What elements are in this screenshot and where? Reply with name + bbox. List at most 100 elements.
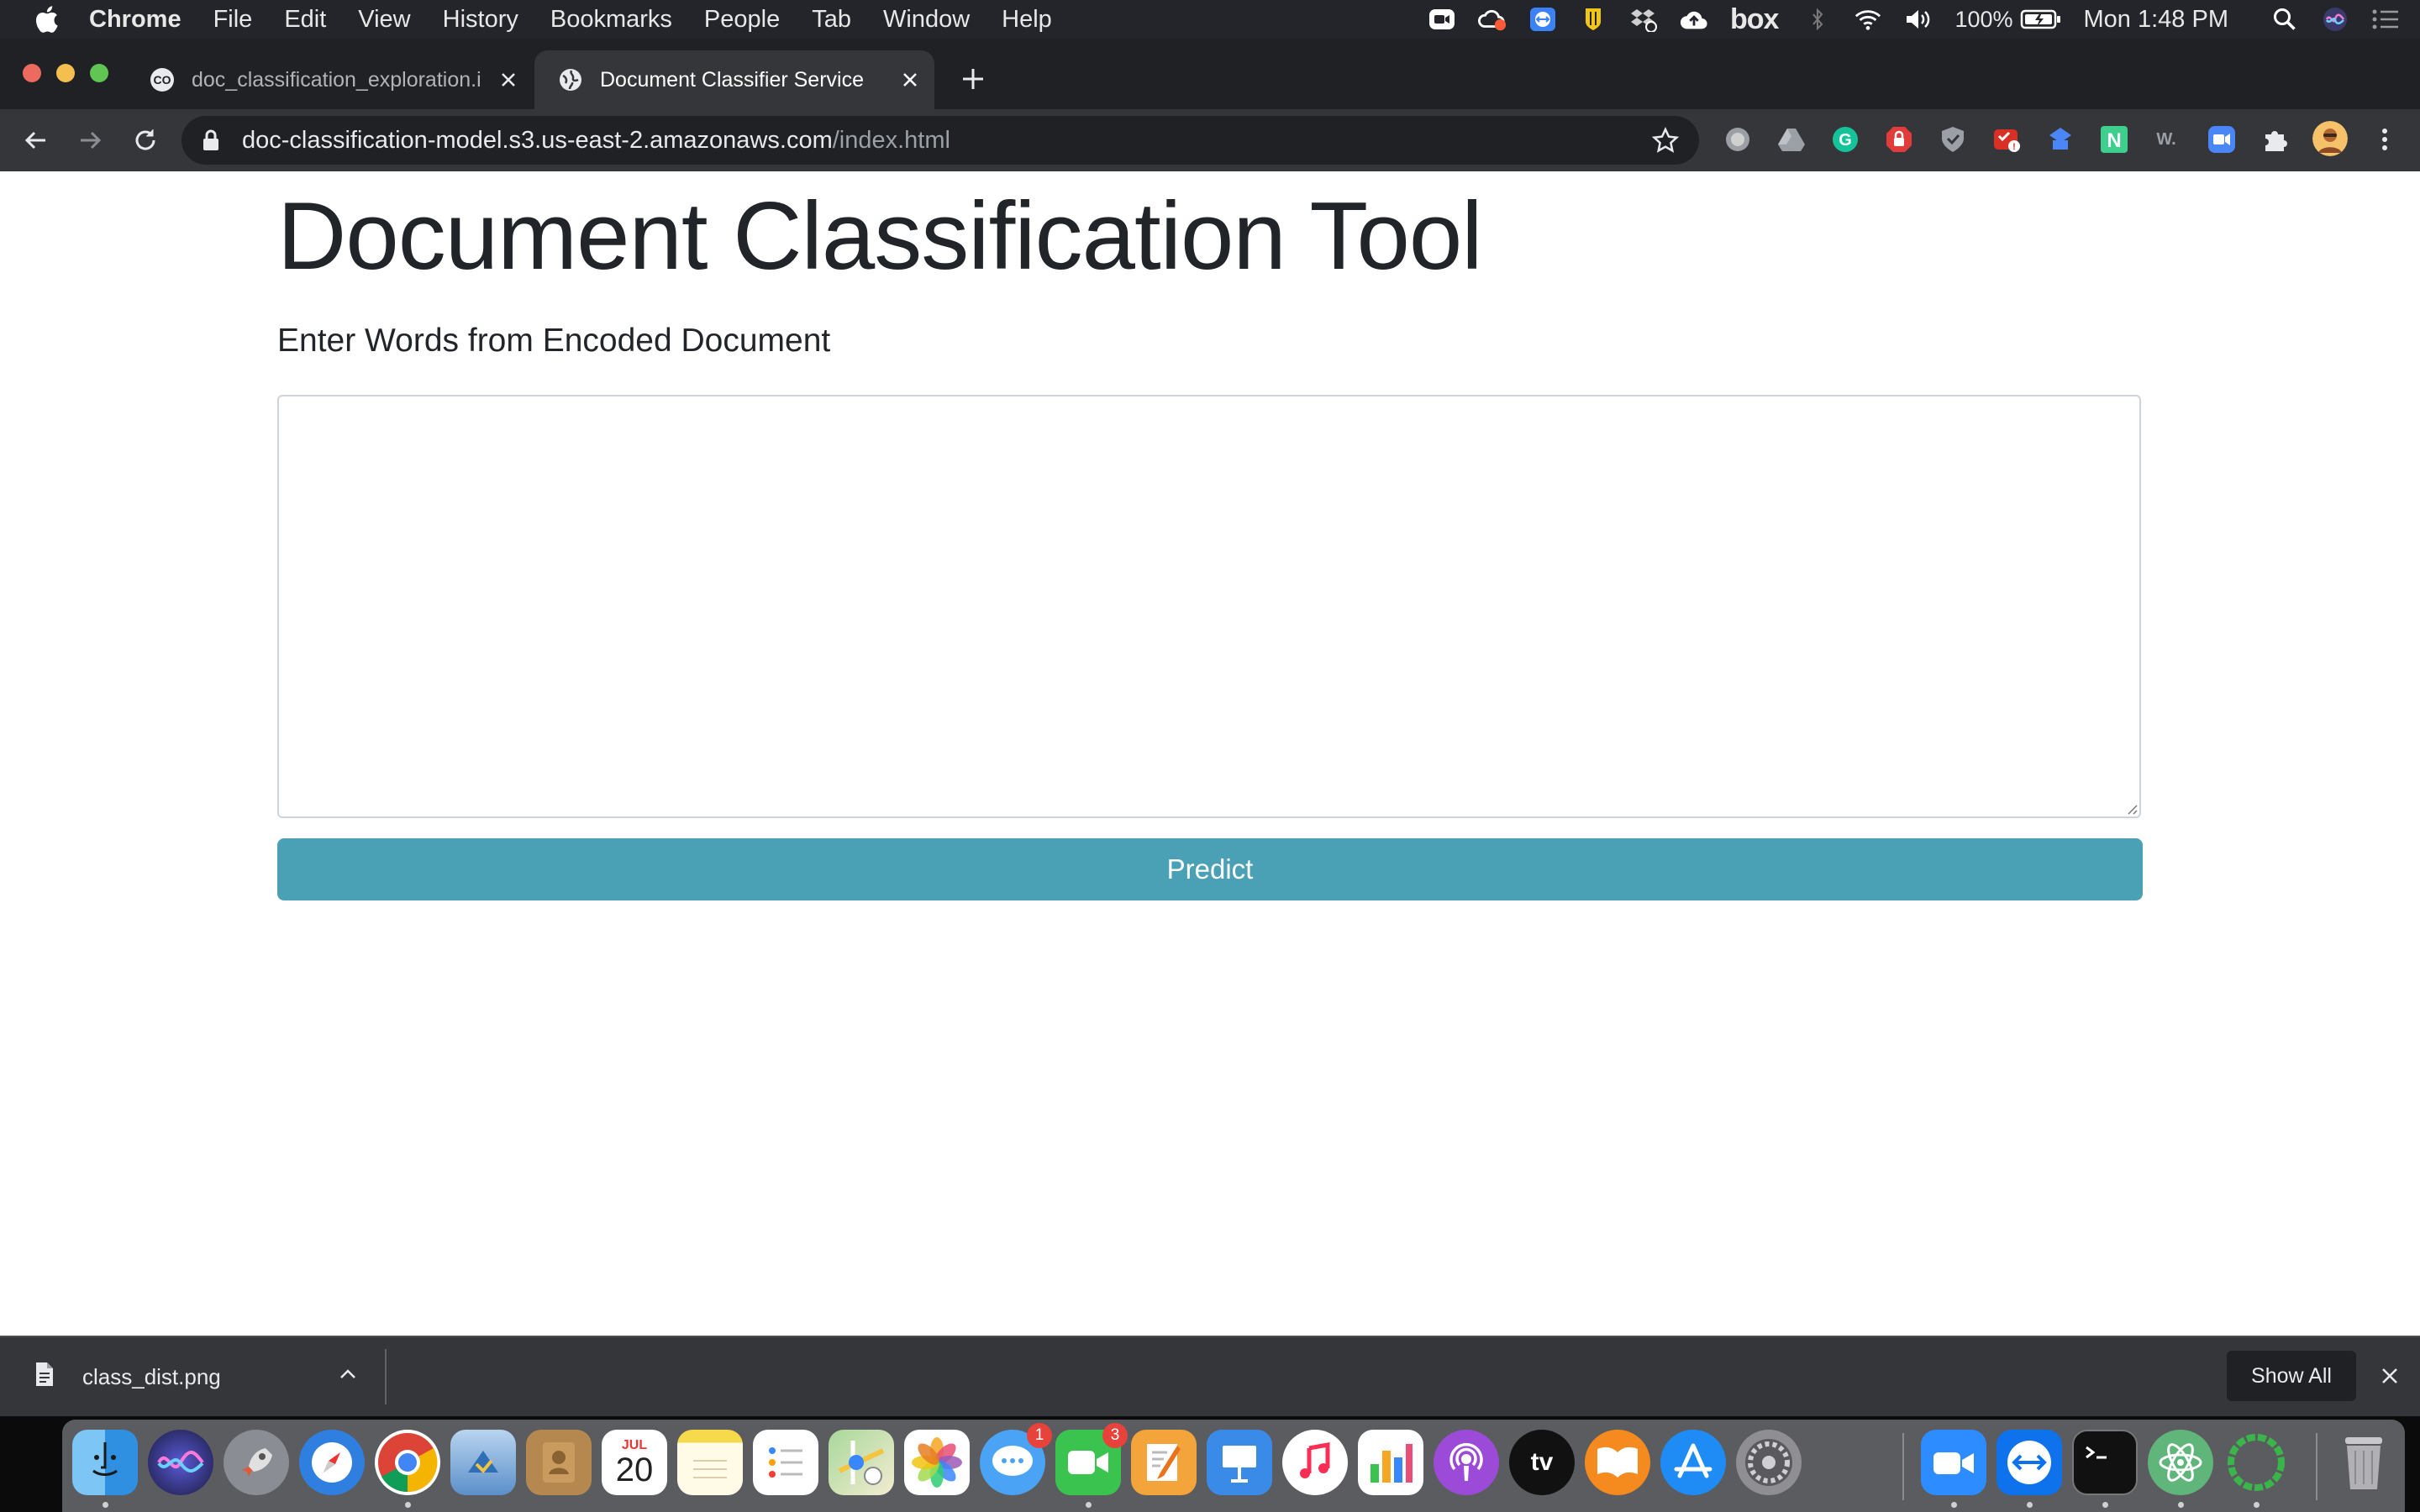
- dock-numbers-icon[interactable]: [1358, 1430, 1423, 1495]
- browser-tab-strip: CO doc_classification_exploration.i Docu…: [0, 39, 2420, 109]
- dock-tv-icon[interactable]: tv: [1509, 1430, 1575, 1495]
- dock-pages-icon[interactable]: [1131, 1430, 1197, 1495]
- download-file-name[interactable]: class_dist.png: [82, 1364, 221, 1390]
- document-words-textarea[interactable]: [277, 395, 2141, 818]
- menu-app-name[interactable]: Chrome: [89, 6, 182, 34]
- dock-zoom-icon[interactable]: [1921, 1430, 1986, 1495]
- resize-handle-icon[interactable]: [2124, 801, 2138, 815]
- close-tab-icon[interactable]: [901, 71, 919, 89]
- dock-contacts-icon[interactable]: [526, 1430, 592, 1495]
- tab-doc-classification-exploration[interactable]: CO doc_classification_exploration.i: [126, 50, 533, 109]
- dock-atom-icon[interactable]: [2148, 1430, 2213, 1495]
- battery-percent[interactable]: 100%: [1954, 7, 2012, 33]
- menu-edit[interactable]: Edit: [284, 6, 326, 34]
- battery-charging-icon[interactable]: [2020, 7, 2062, 32]
- dock-teamviewer-icon[interactable]: [1996, 1430, 2062, 1495]
- bookmark-star-icon[interactable]: [1652, 127, 1679, 154]
- dock-podcasts-icon[interactable]: [1434, 1430, 1499, 1495]
- dock-reminders-icon[interactable]: [753, 1430, 818, 1495]
- notification-center-icon[interactable]: [2371, 7, 2400, 32]
- dock-app-store-icon[interactable]: [1660, 1430, 1726, 1495]
- browser-toolbar: doc-classification-model.s3.us-east-2.am…: [0, 109, 2420, 171]
- dock-messages-icon[interactable]: 1: [980, 1423, 1052, 1495]
- menu-bar-tray: box 100% Mon 1:48 PM: [1428, 0, 2420, 39]
- spotlight-search-icon[interactable]: [2270, 7, 2299, 32]
- dock-photos-icon[interactable]: [904, 1430, 970, 1495]
- back-arrow-icon[interactable]: [22, 126, 50, 155]
- tab-document-classifier-service[interactable]: Document Classifier Service: [534, 50, 934, 109]
- dock-terminal-icon[interactable]: [2072, 1430, 2138, 1495]
- dock-books-icon[interactable]: [1585, 1430, 1650, 1495]
- dock-trash-icon[interactable]: [2331, 1430, 2396, 1495]
- window-zoom-button[interactable]: [90, 64, 108, 82]
- address-bar[interactable]: doc-classification-model.s3.us-east-2.am…: [182, 116, 1699, 165]
- teamviewer-tray-icon[interactable]: [1528, 7, 1557, 32]
- new-tab-plus-icon[interactable]: [958, 64, 988, 94]
- menu-help[interactable]: Help: [1002, 6, 1052, 34]
- creative-cloud-icon[interactable]: [1478, 7, 1507, 32]
- dock-finder-icon[interactable]: [72, 1430, 138, 1495]
- apple-logo-icon[interactable]: [34, 5, 59, 34]
- menu-view[interactable]: View: [358, 6, 410, 34]
- forward-arrow-icon[interactable]: [76, 126, 104, 155]
- dropbox-icon[interactable]: [1629, 7, 1658, 32]
- reload-icon[interactable]: [131, 126, 160, 155]
- dock-siri-icon[interactable]: [148, 1430, 213, 1495]
- dock-facetime-icon[interactable]: 3: [1055, 1423, 1128, 1495]
- window-minimize-button[interactable]: [56, 64, 75, 82]
- w-ext-icon[interactable]: W.: [2153, 124, 2183, 155]
- menu-history[interactable]: History: [443, 6, 518, 34]
- dock-calendar-icon[interactable]: JUL 20: [602, 1430, 667, 1495]
- dock-running-indicator: [103, 1502, 108, 1508]
- profile-avatar[interactable]: [2312, 121, 2348, 156]
- shield-icon[interactable]: [1938, 124, 1968, 155]
- dock-chrome-icon[interactable]: [375, 1430, 440, 1495]
- menu-file[interactable]: File: [213, 6, 253, 34]
- siri-tray-icon[interactable]: [2321, 7, 2349, 32]
- predict-button[interactable]: Predict: [277, 838, 2143, 900]
- norton-icon[interactable]: [1579, 7, 1607, 32]
- dock-system-preferences-icon[interactable]: [1736, 1430, 1802, 1495]
- close-tab-icon[interactable]: [499, 71, 518, 89]
- chrome-menu-icon[interactable]: [2370, 124, 2400, 155]
- box-tray-label[interactable]: box: [1730, 3, 1779, 36]
- dock-music-icon[interactable]: [1282, 1430, 1348, 1495]
- window-close-button[interactable]: [23, 64, 41, 82]
- dock-launchpad-icon[interactable]: [224, 1430, 289, 1495]
- messages-badge: 1: [1027, 1423, 1052, 1448]
- dock-notes-icon[interactable]: [677, 1430, 743, 1495]
- dock-running-indicator: [2254, 1502, 2260, 1508]
- menu-people[interactable]: People: [704, 6, 780, 34]
- volume-icon[interactable]: [1904, 7, 1933, 32]
- dock-circle-app-icon[interactable]: [2223, 1430, 2289, 1495]
- dock-mail-icon[interactable]: [450, 1430, 516, 1495]
- puzzle-icon[interactable]: [2260, 124, 2291, 155]
- dock-maps-icon[interactable]: [829, 1430, 894, 1495]
- cloud-upload-icon[interactable]: [1680, 7, 1708, 32]
- grammarly-icon[interactable]: G: [1830, 124, 1860, 155]
- dock-running-indicator: [405, 1502, 411, 1508]
- bluetooth-icon[interactable]: [1803, 7, 1832, 32]
- bookmark-ext-icon[interactable]: [2045, 124, 2075, 155]
- zoom-ext-icon[interactable]: [2207, 124, 2237, 155]
- notion-n-icon[interactable]: N: [2099, 124, 2129, 155]
- adblock-icon[interactable]: [1884, 124, 1914, 155]
- menu-bookmarks[interactable]: Bookmarks: [550, 6, 672, 34]
- drive-icon[interactable]: [1776, 124, 1807, 155]
- menu-tab[interactable]: Tab: [812, 6, 851, 34]
- svg-text:N: N: [2107, 129, 2121, 152]
- close-shelf-icon[interactable]: [2378, 1364, 2402, 1388]
- page-title: Document Classification Tool: [277, 183, 1483, 290]
- circle-ext-icon[interactable]: [1723, 124, 1753, 155]
- todo-ext-icon[interactable]: !: [1991, 124, 2022, 155]
- lock-icon[interactable]: [202, 129, 220, 151]
- wifi-icon[interactable]: [1854, 7, 1882, 32]
- dock-keynote-icon[interactable]: [1207, 1430, 1272, 1495]
- dock-running-indicator: [1951, 1502, 1957, 1508]
- show-all-button[interactable]: Show All: [2227, 1351, 2356, 1401]
- menu-window[interactable]: Window: [883, 6, 970, 34]
- menu-bar-clock[interactable]: Mon 1:48 PM: [2084, 6, 2228, 34]
- zoom-tray-icon[interactable]: [1428, 7, 1456, 32]
- dock-safari-icon[interactable]: [299, 1430, 365, 1495]
- chevron-up-icon[interactable]: [336, 1362, 360, 1386]
